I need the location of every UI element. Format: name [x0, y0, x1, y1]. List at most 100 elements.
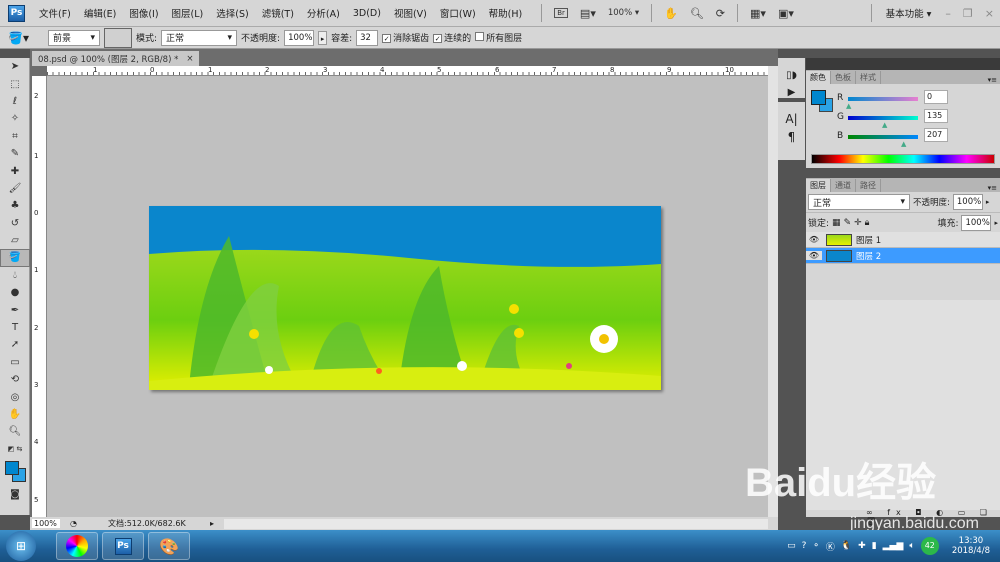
menu-file[interactable]: 文件(F) — [39, 6, 71, 20]
menu-layer[interactable]: 图层(L) — [172, 6, 204, 20]
color-swatches[interactable] — [0, 458, 29, 486]
menu-select[interactable]: 选择(S) — [216, 6, 248, 20]
menu-analysis[interactable]: 分析(A) — [307, 6, 340, 20]
tab-color[interactable]: 颜色 — [806, 71, 831, 84]
foreground-color-swatch[interactable] — [811, 90, 826, 105]
menu-edit[interactable]: 编辑(E) — [84, 6, 116, 20]
fill-input[interactable]: 100% — [961, 214, 992, 231]
layer-row[interactable]: 👁︎ 图层 1 — [806, 232, 1000, 248]
zoom-tool-icon[interactable]: 🔍︎ — [0, 423, 30, 440]
tolerance-input[interactable]: 32 — [356, 29, 379, 46]
path-selection-tool-icon[interactable]: ➚ — [0, 336, 30, 353]
history-panel-icon[interactable]: ▯◗ — [778, 70, 805, 81]
qq-tray-icon[interactable]: 🐧 — [841, 541, 852, 551]
menu-3d[interactable]: 3D(D) — [353, 8, 381, 19]
workspace-switcher[interactable]: 基本功能 ▾ — [886, 6, 932, 20]
extras-button[interactable]: ▤▾ — [580, 7, 596, 20]
g-slider-handle[interactable]: ▲ — [882, 121, 887, 129]
g-input[interactable]: 135 — [924, 109, 948, 123]
history-brush-tool-icon[interactable]: ↺ — [0, 215, 30, 232]
taskbar-app-photoshop[interactable]: Ps — [102, 532, 144, 560]
paragraph-panel-icon[interactable]: ¶ — [778, 130, 805, 144]
document-image[interactable] — [149, 206, 661, 390]
layer-opacity-input[interactable]: 100% — [952, 194, 983, 210]
b-input[interactable]: 207 — [924, 128, 948, 142]
shape-tool-icon[interactable]: ▭ — [0, 354, 30, 371]
tray-icon[interactable]: Ⓚ — [826, 540, 835, 553]
pattern-picker[interactable] — [104, 27, 132, 48]
actions-panel-icon[interactable]: ▶ — [778, 87, 805, 98]
security-badge[interactable]: 42 — [920, 537, 939, 555]
status-icon[interactable]: ◔ — [60, 519, 100, 528]
lock-position-icon[interactable]: ✛ — [854, 218, 862, 228]
healing-brush-tool-icon[interactable]: ✚ — [0, 162, 30, 179]
status-zoom[interactable]: 100% — [32, 519, 60, 528]
opacity-slider-button[interactable]: ▸ — [318, 30, 328, 45]
fill-slider-button[interactable]: ▸ — [994, 219, 998, 227]
tab-paths[interactable]: 路径 — [856, 179, 881, 192]
hand-tool-icon[interactable]: ✋ — [664, 7, 678, 20]
quick-mask-icon[interactable]: ◙ — [0, 486, 30, 503]
hand-tool-icon[interactable]: ✋ — [0, 406, 30, 423]
r-input[interactable]: 0 — [924, 90, 948, 104]
screen-mode-button[interactable]: ▣▾ — [778, 7, 794, 20]
horizontal-scrollbar[interactable] — [224, 518, 768, 529]
close-icon[interactable]: × — [985, 7, 994, 20]
taskbar-app-paint[interactable]: 🎨 — [148, 532, 190, 560]
tab-styles[interactable]: 样式 — [856, 71, 881, 84]
paint-bucket-tool-icon[interactable]: 🪣 — [0, 249, 30, 267]
zoom-level-select[interactable]: 100% ▾ — [608, 8, 639, 18]
move-tool-icon[interactable]: ➤ — [0, 58, 30, 75]
type-tool-icon[interactable]: T — [0, 319, 30, 336]
opacity-input[interactable]: 100% — [284, 29, 315, 46]
3d-rotate-tool-icon[interactable]: ⟲ — [0, 371, 30, 388]
power-tray-icon[interactable]: ▮ — [872, 541, 877, 551]
zoom-tool-icon[interactable]: 🔍︎ — [690, 7, 704, 20]
tray-icon[interactable]: ▭ — [787, 541, 796, 551]
eye-icon[interactable]: 👁︎ — [806, 251, 822, 260]
b-slider[interactable] — [848, 135, 918, 139]
r-slider-handle[interactable]: ▲ — [846, 102, 851, 110]
foreground-color-swatch[interactable] — [5, 460, 19, 475]
b-slider-handle[interactable]: ▲ — [901, 140, 906, 148]
minimize-icon[interactable]: – — [945, 7, 951, 20]
tab-channels[interactable]: 通道 — [831, 179, 856, 192]
tab-layers[interactable]: 图层 — [806, 179, 831, 192]
start-button[interactable]: ⊞ — [6, 531, 36, 561]
eyedropper-tool-icon[interactable]: ✎ — [0, 145, 30, 162]
panel-menu-icon[interactable]: ▾≡ — [988, 184, 1000, 192]
arrange-documents-button[interactable]: ▦▾ — [750, 7, 766, 20]
tray-icon[interactable]: ⚬ — [812, 541, 820, 551]
tab-swatches[interactable]: 色板 — [831, 71, 856, 84]
marquee-tool-icon[interactable]: ⬚ — [0, 75, 30, 92]
close-tab-icon[interactable]: × — [186, 54, 193, 64]
document-tab[interactable]: 08.psd @ 100% (图层 2, RGB/8) * × — [32, 51, 200, 66]
network-tray-icon[interactable]: ▂▄▆ — [883, 541, 904, 551]
canvas-pasteboard[interactable] — [47, 76, 768, 517]
eye-icon[interactable]: 👁︎ — [806, 235, 822, 244]
bridge-button[interactable]: Br — [554, 8, 568, 18]
help-tray-icon[interactable]: ? — [802, 541, 807, 551]
pen-tool-icon[interactable]: ✒ — [0, 301, 30, 318]
restore-icon[interactable]: ❐ — [963, 7, 973, 20]
layer-row-selected[interactable]: 👁︎ 图层 2 — [806, 248, 1000, 264]
volume-tray-icon[interactable]: 🔈︎ — [909, 541, 914, 551]
brush-tool-icon[interactable]: 🖌︎ — [0, 180, 30, 197]
antialias-checkbox[interactable]: ✓ 消除锯齿 — [382, 31, 429, 44]
taskbar-app-pinwheel[interactable] — [56, 532, 98, 560]
contiguous-checkbox[interactable]: ✓ 连续的 — [433, 31, 471, 44]
3d-orbit-tool-icon[interactable]: ◎ — [0, 388, 30, 405]
dodge-tool-icon[interactable]: ● — [0, 284, 30, 301]
color-ramp[interactable] — [811, 154, 995, 164]
r-slider[interactable] — [848, 97, 918, 101]
menu-filter[interactable]: 滤镜(T) — [262, 6, 294, 20]
clock[interactable]: 13:30 2018/4/8 — [952, 536, 990, 556]
lock-transparency-icon[interactable]: ▦ — [832, 218, 841, 228]
tray-icon[interactable]: ✚ — [858, 541, 866, 551]
lock-pixels-icon[interactable]: ✎ — [844, 218, 852, 228]
eraser-tool-icon[interactable]: ▱ — [0, 232, 30, 249]
lasso-tool-icon[interactable]: ℓ — [0, 93, 30, 110]
swap-colors-icon[interactable]: ◩ ⇆ — [0, 441, 30, 458]
panel-menu-icon[interactable]: ▾≡ — [988, 76, 1000, 84]
clone-stamp-tool-icon[interactable]: ♣ — [0, 197, 30, 214]
